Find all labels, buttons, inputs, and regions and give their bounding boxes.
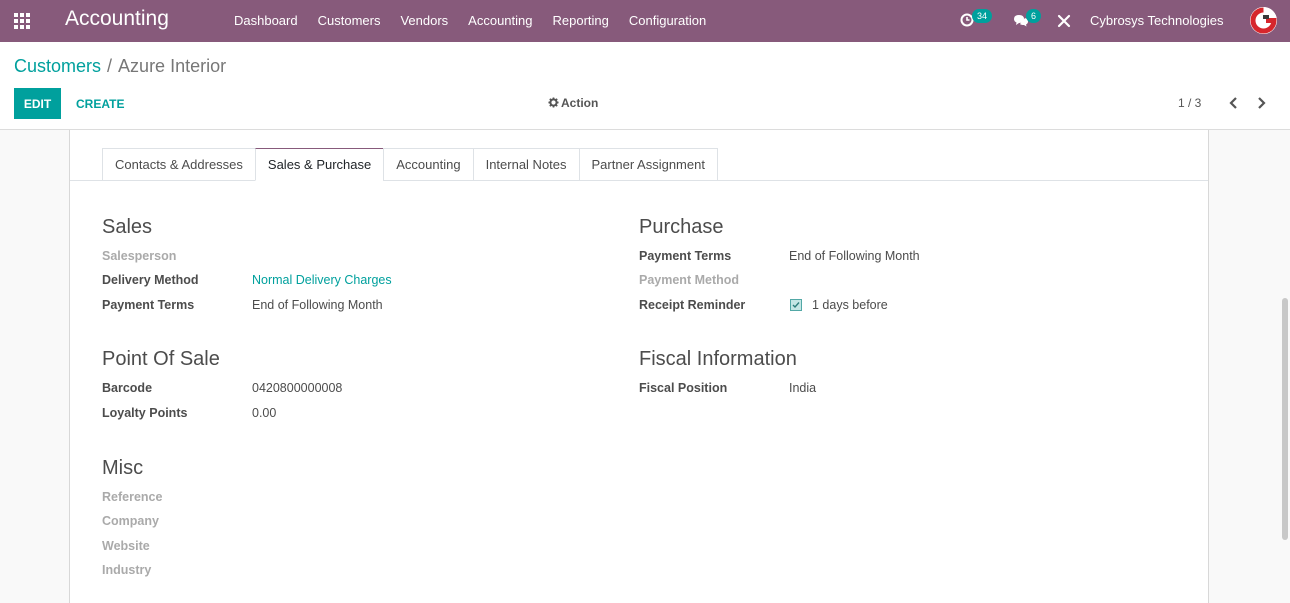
reference-label: Reference bbox=[102, 490, 163, 504]
action-dropdown[interactable]: Action bbox=[548, 96, 598, 110]
form-sheet: Contacts & Addresses Sales & Purchase Ac… bbox=[69, 130, 1209, 603]
menu-item-accounting[interactable]: Accounting bbox=[458, 0, 542, 42]
payment-method-label: Payment Method bbox=[639, 273, 740, 287]
tab-contacts-addresses[interactable]: Contacts & Addresses bbox=[102, 148, 255, 181]
receipt-reminder-label: Receipt Reminder bbox=[639, 298, 746, 312]
fiscal-group-title: Fiscal Information bbox=[639, 348, 797, 370]
purchase-payment-terms-label: Payment Terms bbox=[639, 249, 732, 263]
vertical-scrollbar[interactable] bbox=[1282, 298, 1288, 540]
misc-group-title: Misc bbox=[102, 457, 144, 479]
company-label: Company bbox=[102, 514, 159, 528]
gear-icon bbox=[548, 97, 559, 108]
breadcrumb-separator: / bbox=[107, 56, 113, 76]
pager-previous-button[interactable] bbox=[1223, 92, 1245, 114]
menu-item-vendors[interactable]: Vendors bbox=[390, 0, 458, 42]
fiscal-position-label: Fiscal Position bbox=[639, 381, 728, 395]
breadcrumb-customers[interactable]: Customers bbox=[14, 56, 101, 76]
main-menu: Dashboard Customers Vendors Accounting R… bbox=[224, 0, 716, 42]
activity-button[interactable]: 34 bbox=[958, 0, 998, 42]
menu-item-configuration[interactable]: Configuration bbox=[619, 0, 716, 42]
action-label: Action bbox=[561, 96, 599, 110]
menu-item-dashboard[interactable]: Dashboard bbox=[224, 0, 308, 42]
pager-next-button[interactable] bbox=[1250, 92, 1272, 114]
industry-label: Industry bbox=[102, 563, 152, 577]
sales-group-title: Sales bbox=[102, 216, 153, 238]
avatar-logo-icon bbox=[1250, 7, 1277, 34]
pos-group-title: Point Of Sale bbox=[102, 348, 220, 370]
receipt-reminder-value: 1 days before bbox=[812, 298, 888, 312]
edit-button[interactable]: EDIT bbox=[14, 88, 61, 119]
website-label: Website bbox=[102, 539, 150, 553]
purchase-payment-terms-value: End of Following Month bbox=[789, 249, 920, 263]
delivery-method-label: Delivery Method bbox=[102, 273, 199, 287]
control-panel: Customers / Azure Interior EDIT CREATE Act… bbox=[0, 42, 1290, 130]
notebook-tabs: Contacts & Addresses Sales & Purchase Ac… bbox=[102, 148, 718, 181]
barcode-label: Barcode bbox=[102, 381, 153, 395]
chevron-right-icon bbox=[1258, 97, 1266, 109]
fiscal-position-value: India bbox=[789, 381, 817, 395]
menu-item-customers[interactable]: Customers bbox=[308, 0, 391, 42]
apps-menu-icon[interactable] bbox=[14, 13, 32, 29]
user-avatar[interactable] bbox=[1250, 7, 1277, 34]
receipt-reminder-checkbox[interactable] bbox=[790, 299, 802, 311]
tools-icon[interactable] bbox=[1057, 14, 1071, 28]
activity-count-badge: 34 bbox=[972, 9, 993, 23]
tab-partner-assignment[interactable]: Partner Assignment bbox=[578, 148, 718, 181]
company-switcher[interactable]: Cybrosys Technologies bbox=[1090, 13, 1223, 28]
breadcrumb: Customers / Azure Interior bbox=[14, 56, 226, 77]
breadcrumb-current: Azure Interior bbox=[118, 56, 227, 76]
message-count-badge: 6 bbox=[1026, 9, 1042, 23]
sales-payment-terms-label: Payment Terms bbox=[102, 298, 195, 312]
checkmark-icon bbox=[792, 302, 800, 309]
barcode-value: 0420800000008 bbox=[252, 381, 343, 395]
loyalty-points-label: Loyalty Points bbox=[102, 406, 188, 420]
loyalty-points-value: 0.00 bbox=[252, 406, 277, 420]
delivery-method-link[interactable]: Normal Delivery Charges bbox=[252, 273, 392, 287]
messages-button[interactable]: 6 bbox=[1012, 0, 1046, 42]
pager-value[interactable]: 1 / 3 bbox=[1178, 96, 1201, 110]
salesperson-label: Salesperson bbox=[102, 249, 177, 263]
tab-internal-notes[interactable]: Internal Notes bbox=[472, 148, 579, 181]
tab-accounting[interactable]: Accounting bbox=[383, 148, 473, 181]
tab-sales-purchase[interactable]: Sales & Purchase bbox=[254, 148, 384, 181]
sales-payment-terms-value: End of Following Month bbox=[252, 298, 383, 312]
app-title[interactable]: Accounting bbox=[65, 7, 169, 31]
top-navbar: Accounting Dashboard Customers Vendors A… bbox=[0, 0, 1290, 42]
purchase-group-title: Purchase bbox=[639, 216, 724, 238]
menu-item-reporting[interactable]: Reporting bbox=[543, 0, 619, 42]
create-button[interactable]: CREATE bbox=[66, 88, 134, 119]
chevron-left-icon bbox=[1229, 97, 1237, 109]
